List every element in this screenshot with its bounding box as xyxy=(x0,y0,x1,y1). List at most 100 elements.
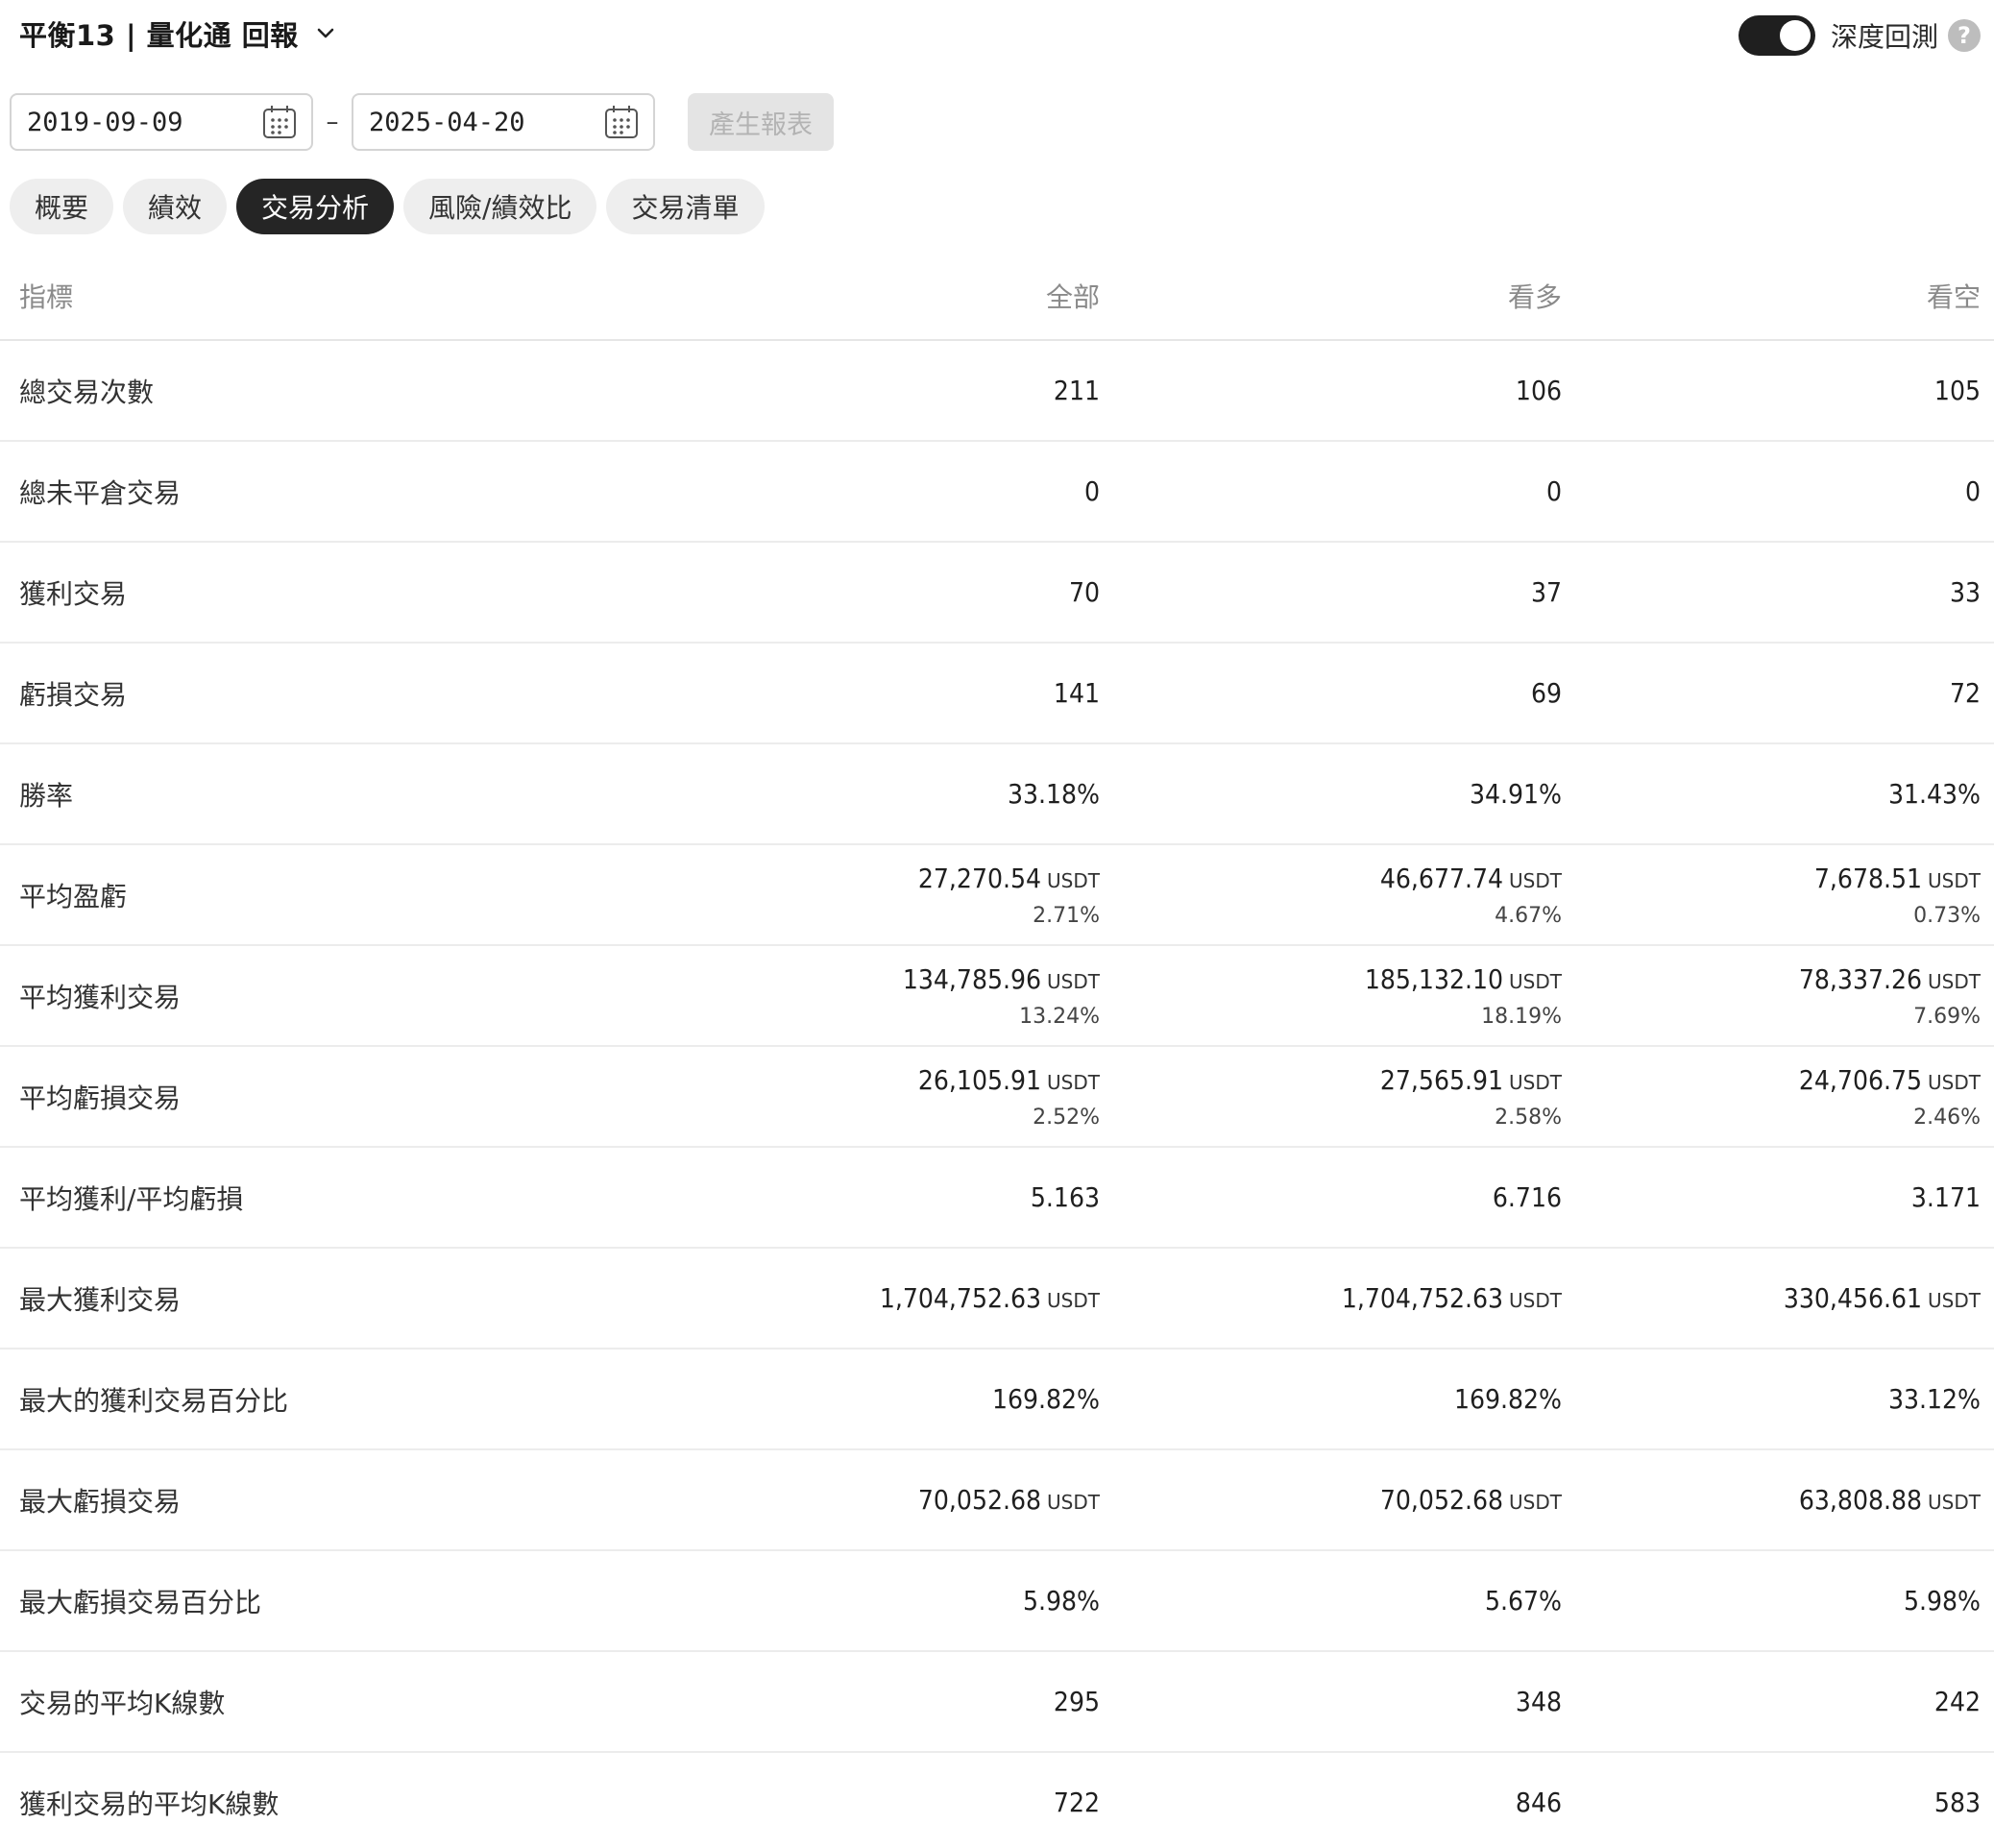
cell-short: 105 xyxy=(1562,375,1981,406)
deep-backtest-label: 深度回測 xyxy=(1830,21,1938,53)
cell-value: 46,677.74 xyxy=(1379,862,1504,894)
cell-all: 1,704,752.63 USDT xyxy=(730,1282,1100,1314)
table-row: 平均獲利/平均虧損 5.163 6.716 3.171 xyxy=(0,1148,1994,1249)
cell-long: 185,132.10 USDT 18.19% xyxy=(1100,963,1562,1029)
tab-risk-ratio[interactable]: 風險/績效比 xyxy=(403,179,597,234)
cell-value: 330,456.61 xyxy=(1783,1282,1923,1314)
column-header-long: 看多 xyxy=(1507,281,1562,313)
table-row: 平均虧損交易 26,105.91 USDT 2.52% 27,565.91 USDT 2.5… xyxy=(0,1047,1994,1148)
calendar-icon[interactable] xyxy=(603,104,640,140)
cell-percent: 2.52% xyxy=(1033,1105,1100,1130)
cell-unit: USDT xyxy=(1928,1491,1981,1514)
cell-value: 583 xyxy=(1933,1787,1981,1818)
report-header: 平衡13 | 量化通 回報 深度回測 ? xyxy=(0,0,1994,75)
metric-label: 平均盈虧 xyxy=(19,880,128,912)
cell-unit: USDT xyxy=(1509,1070,1562,1094)
tab-trade-list[interactable]: 交易清單 xyxy=(606,179,765,234)
column-header-metric: 指標 xyxy=(19,281,74,313)
cell-value: 63,808.88 xyxy=(1798,1484,1923,1516)
calendar-icon[interactable] xyxy=(261,104,298,140)
date-range-separator: – xyxy=(326,108,339,136)
table-row: 勝率 33.18% 34.91% 31.43% xyxy=(0,744,1994,845)
cell-value: 185,132.10 xyxy=(1364,962,1504,995)
cell-value: 5.67% xyxy=(1484,1585,1562,1617)
cell-value: 27,270.54 xyxy=(917,862,1042,894)
cell-short: 3.171 xyxy=(1562,1181,1981,1213)
cell-all: 27,270.54 USDT 2.71% xyxy=(730,863,1100,928)
cell-short: 7,678.51 USDT 0.73% xyxy=(1562,863,1981,928)
table-row: 最大的獲利交易百分比 169.82% 169.82% 33.12% xyxy=(0,1350,1994,1450)
cell-unit: USDT xyxy=(1509,868,1562,892)
deep-backtest-control: 深度回測 ? xyxy=(1738,15,1981,56)
cell-value: 72 xyxy=(1949,677,1981,709)
cell-unit: USDT xyxy=(1047,1070,1100,1094)
cell-short: 24,706.75 USDT 2.46% xyxy=(1562,1064,1981,1130)
end-date-field[interactable] xyxy=(352,93,655,151)
cell-value: 0 xyxy=(1083,475,1100,507)
cell-value: 69 xyxy=(1530,677,1562,709)
toggle-knob xyxy=(1779,20,1811,51)
cell-percent: 4.67% xyxy=(1495,903,1562,928)
table-row: 總未平倉交易 0 0 0 xyxy=(0,442,1994,543)
cell-short: 31.43% xyxy=(1562,778,1981,810)
cell-value: 70 xyxy=(1068,576,1100,608)
cell-percent: 0.73% xyxy=(1913,903,1981,928)
cell-short: 63,808.88 USDT xyxy=(1562,1484,1981,1516)
metric-label: 虧損交易 xyxy=(19,678,128,711)
start-date-input[interactable] xyxy=(27,107,238,137)
cell-percent: 2.71% xyxy=(1033,903,1100,928)
cell-unit: USDT xyxy=(1047,1289,1100,1312)
cell-unit: USDT xyxy=(1047,868,1100,892)
cell-value: 31.43% xyxy=(1887,778,1981,810)
cell-long: 0 xyxy=(1100,475,1562,507)
cell-long: 27,565.91 USDT 2.58% xyxy=(1100,1064,1562,1130)
cell-value: 24,706.75 xyxy=(1798,1063,1923,1096)
cell-short: 5.98% xyxy=(1562,1585,1981,1617)
cell-percent: 2.46% xyxy=(1913,1105,1981,1130)
cell-value: 1,704,752.63 xyxy=(1341,1282,1504,1314)
cell-value: 5.163 xyxy=(1030,1181,1100,1213)
cell-unit: USDT xyxy=(1509,1491,1562,1514)
cell-value: 722 xyxy=(1053,1787,1100,1818)
table-row: 交易的平均K線數 295 348 242 xyxy=(0,1652,1994,1753)
cell-short: 583 xyxy=(1562,1787,1981,1818)
cell-value: 70,052.68 xyxy=(1379,1484,1504,1516)
cell-all: 5.163 xyxy=(730,1181,1100,1213)
cell-value: 242 xyxy=(1933,1686,1981,1717)
tab-overview[interactable]: 概要 xyxy=(10,179,114,234)
table-row: 虧損交易 141 69 72 xyxy=(0,644,1994,744)
date-range-bar: – 產生報表 xyxy=(10,92,834,152)
deep-backtest-toggle[interactable] xyxy=(1738,15,1815,56)
cell-value: 134,785.96 xyxy=(902,962,1042,995)
cell-unit: USDT xyxy=(1509,1289,1562,1312)
generate-report-button[interactable]: 產生報表 xyxy=(688,93,834,151)
cell-value: 0 xyxy=(1964,475,1981,507)
end-date-input[interactable] xyxy=(369,107,580,137)
table-header: 指標 全部 看多 看空 xyxy=(0,253,1994,341)
tab-performance[interactable]: 績效 xyxy=(123,179,228,234)
cell-value: 1,704,752.63 xyxy=(879,1282,1042,1314)
cell-value: 5.98% xyxy=(1022,1585,1100,1617)
table-body: 總交易次數 211 106 105 總未平倉交易 0 0 0 獲利交易 70 37 33 虧損交易 141… xyxy=(0,341,1994,1848)
help-icon[interactable]: ? xyxy=(1948,19,1981,52)
report-title[interactable]: 平衡13 | 量化通 回報 xyxy=(19,13,339,54)
metric-label: 最大的獲利交易百分比 xyxy=(19,1384,289,1417)
cell-value: 6.716 xyxy=(1492,1181,1562,1213)
metric-label: 平均虧損交易 xyxy=(19,1082,182,1114)
start-date-field[interactable] xyxy=(10,93,313,151)
table-row: 最大虧損交易百分比 5.98% 5.67% 5.98% xyxy=(0,1551,1994,1652)
cell-percent: 7.69% xyxy=(1913,1004,1981,1029)
cell-value: 169.82% xyxy=(991,1383,1100,1415)
cell-long: 169.82% xyxy=(1100,1383,1562,1415)
chevron-down-icon[interactable] xyxy=(312,20,339,47)
cell-value: 106 xyxy=(1515,375,1562,406)
tab-trade-analysis[interactable]: 交易分析 xyxy=(236,179,395,234)
cell-long: 5.67% xyxy=(1100,1585,1562,1617)
cell-value: 33.12% xyxy=(1887,1383,1981,1415)
cell-value: 295 xyxy=(1053,1686,1100,1717)
cell-value: 33 xyxy=(1949,576,1981,608)
cell-short: 72 xyxy=(1562,677,1981,709)
metric-label: 最大獲利交易 xyxy=(19,1283,182,1316)
cell-value: 348 xyxy=(1515,1686,1562,1717)
cell-all: 295 xyxy=(730,1686,1100,1717)
